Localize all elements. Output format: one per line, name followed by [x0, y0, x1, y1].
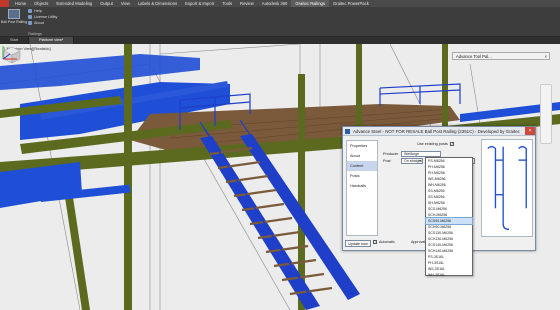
railing-icon [8, 9, 20, 19]
app-menu-button[interactable] [0, 0, 9, 7]
license-utility-button[interactable]: License Utility [28, 15, 57, 19]
dialog-nav-list: Properties About Content Posts Handrails [346, 140, 378, 236]
navigation-bar[interactable] [540, 84, 552, 144]
tool-palette-title: Advance Tool Pal... [456, 54, 492, 59]
tab-objects[interactable]: Objects [30, 0, 52, 7]
tab-tools[interactable]: Tools [218, 0, 236, 7]
tab-review[interactable]: Review [236, 0, 258, 7]
dialog-close-button[interactable]: × [525, 127, 535, 135]
tab-view[interactable]: View [117, 0, 134, 7]
advance-steel-logo-icon [345, 129, 350, 134]
ucs-axis-icon [2, 46, 17, 60]
post-type-select[interactable]: On straight ▾ [401, 158, 423, 164]
tool-palette-header[interactable]: Advance Tool Pal... × [452, 52, 550, 60]
help-icon [28, 9, 32, 13]
nav-item-about[interactable]: About [347, 151, 377, 161]
use-existing-posts-checkbox[interactable]: Use existing posts ✓ [417, 142, 454, 146]
ribbon-group-label: Railings [28, 32, 42, 36]
tab-output[interactable]: Output [96, 0, 117, 7]
info-icon [28, 21, 32, 25]
ribbon-panel: Ball Post Railing Help License Utility A… [0, 7, 560, 37]
nav-item-handrails[interactable]: Handrails [347, 181, 377, 191]
doc-tab-start[interactable]: Start [0, 37, 30, 44]
tab-autodesk-360[interactable]: Autodesk 360 [258, 0, 292, 7]
dropdown-option[interactable]: WH-3S16L [426, 272, 472, 278]
close-icon[interactable]: × [545, 53, 547, 60]
producer-label: Producer [383, 152, 399, 156]
help-button[interactable]: Help [28, 9, 42, 13]
railing-preview [481, 139, 533, 237]
tab-export-import[interactable]: Export & Import [181, 0, 218, 7]
dialog-title: Advance Steel - NOT FOR RESALE Ball Post… [353, 129, 520, 134]
nav-item-properties[interactable]: Properties [347, 141, 377, 151]
automatic-checkbox[interactable]: ✓ Automatic [373, 240, 395, 244]
post-dropdown-list: PS-M6256 PH-M6256 PH-M6256 WS-M6256 WH-M… [425, 157, 473, 278]
tab-extended-modeling[interactable]: Extended Modeling [52, 0, 96, 7]
ball-post-railing-button[interactable]: Ball Post Railing [0, 9, 28, 29]
tab-home[interactable]: Home [11, 0, 30, 7]
post-label: Post [383, 159, 391, 163]
tab-labels-dimensions[interactable]: Labels & Dimensions [134, 0, 181, 7]
doc-tab-platform-view[interactable]: Platform view* [29, 37, 75, 44]
about-button[interactable]: About [28, 21, 44, 25]
update-now-button[interactable]: Update now [345, 240, 371, 247]
ribbon-tab-bar: Home Objects Extended Modeling Output Vi… [0, 0, 560, 7]
nav-item-content[interactable]: Content [347, 161, 377, 171]
document-tabs: Start Platform view* [0, 37, 560, 44]
chevron-down-icon: ▾ [419, 159, 421, 163]
dialog-titlebar[interactable]: Advance Steel - NOT FOR RESALE Ball Post… [343, 127, 535, 136]
nav-item-posts[interactable]: Posts [347, 171, 377, 181]
license-icon [28, 15, 32, 19]
tab-graitec-powerpack[interactable]: Graitec PowerPack [329, 0, 373, 7]
checkbox-icon: ✓ [449, 142, 454, 146]
tab-graitec-railings[interactable]: Graitec Railings [291, 0, 329, 7]
ball-post-railing-label: Ball Post Railing [0, 20, 28, 24]
checkbox-icon: ✓ [373, 240, 378, 244]
